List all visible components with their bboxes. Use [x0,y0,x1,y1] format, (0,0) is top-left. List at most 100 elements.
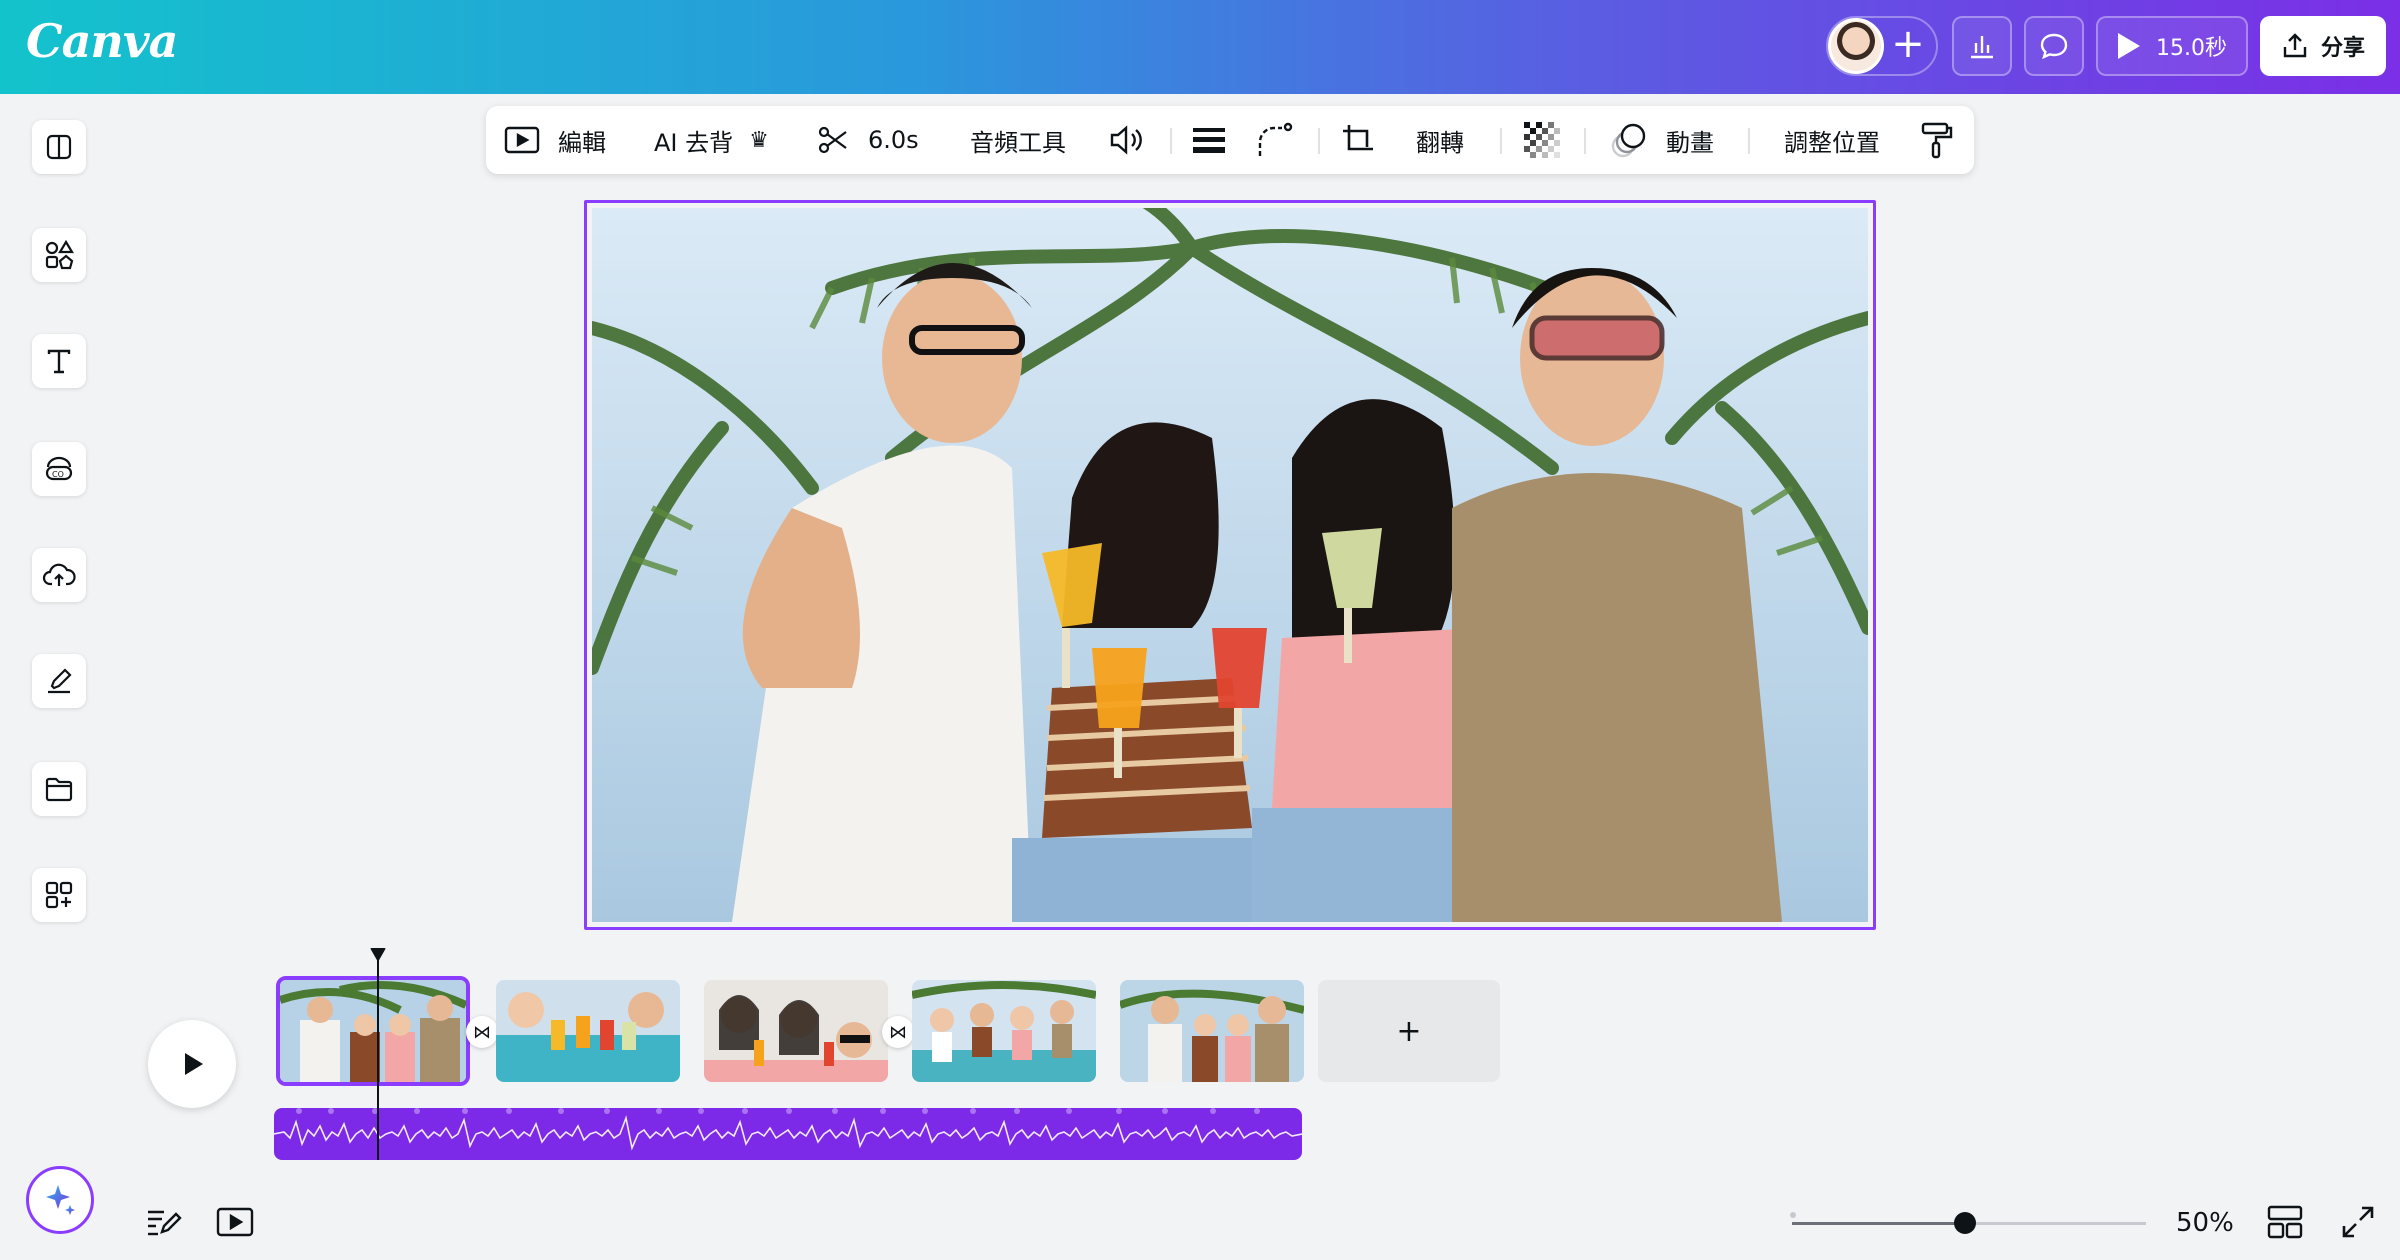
friends-toasting-photo [592,208,1868,922]
clip-thumbnail [912,980,1096,1082]
timeline-clip-4[interactable] [912,980,1096,1082]
copy-style-button[interactable] [1920,106,1954,174]
transition-button-1[interactable]: ⋈ [466,1016,498,1048]
scissors-icon [818,126,847,154]
sparkle-icon [46,1185,75,1215]
position-label: 調整位置 [1784,128,1880,157]
paint-roller-icon [1921,122,1953,159]
folder-icon [45,777,73,802]
timeline-playhead[interactable] [377,960,379,1160]
comment-icon [2040,33,2068,60]
text-icon [47,349,71,374]
svg-text:CO: CO [52,470,64,479]
clip-thumbnail [1120,980,1304,1082]
cloud-upload-icon [42,563,76,586]
audio-tools-label: 音頻工具 [970,128,1066,157]
audio-waveform [274,1108,1302,1151]
corner-radius-icon [1258,122,1293,156]
corner-rounding-button[interactable] [1256,106,1294,174]
grid-view-button[interactable] [2266,1204,2304,1244]
transition-icon: ⋈ [473,1021,491,1043]
sidebar-item-draw[interactable] [32,654,86,708]
play-icon [185,1053,203,1075]
video-frame-icon [216,1207,254,1237]
magic-assistant-button[interactable] [26,1166,94,1234]
timeline-play-button[interactable] [148,1020,236,1108]
clip-thumbnail [704,980,888,1082]
top-header: Canva + 15.0秒 分享 [0,0,2400,94]
sidebar-item-brand[interactable]: CO [32,442,86,496]
flip-button[interactable]: 翻轉 [1416,106,1464,174]
playhead-handle[interactable] [370,948,386,962]
brand-kit-icon: CO [45,456,73,481]
sidebar-item-elements[interactable] [32,228,86,282]
trim-button[interactable]: 6.0s [816,106,919,174]
crop-button[interactable] [1340,106,1376,174]
zoom-slider-handle[interactable] [1954,1212,1976,1234]
share-label: 分享 [2320,36,2365,61]
upload-share-icon [2283,33,2307,58]
transparency-checker-icon [1524,122,1560,158]
ai-background-remover-button[interactable]: AI 去背 ♛ [654,106,769,174]
border-style-button[interactable] [1192,106,1226,174]
comments-button[interactable] [2024,16,2084,76]
audio-tools-button[interactable]: 音頻工具 [970,106,1066,174]
timeline-clip-5[interactable] [1120,980,1304,1082]
layout-icon [46,134,72,160]
add-collaborator-button[interactable]: + [1884,22,1932,70]
grid-view-icon [2267,1205,2303,1239]
share-button[interactable]: 分享 [2260,16,2386,76]
ai-bg-label: AI 去背 [654,128,734,157]
expand-icon [2342,1206,2374,1238]
shapes-icon [45,239,74,270]
flip-label: 翻轉 [1416,128,1464,157]
sidebar-item-apps[interactable] [32,868,86,922]
main-video-frame[interactable] [592,208,1868,922]
context-toolbar: 編輯 AI 去背 ♛ 6.0s 音頻工具 翻轉 動畫 調整位置 [486,106,1974,174]
sidebar-item-projects[interactable] [32,762,86,816]
transparency-button[interactable] [1524,106,1560,174]
timeline-clip-3[interactable] [704,980,888,1082]
clip-duration: 6.0s [868,126,919,154]
clip-thumbnail [280,980,466,1082]
sidebar-item-design[interactable] [32,120,86,174]
animate-button[interactable]: 動畫 [1610,106,1714,174]
video-play-icon [504,126,540,154]
crop-icon [1343,125,1373,151]
zoom-min-dot [1790,1212,1796,1218]
video-duration: 15.0秒 [2156,36,2227,61]
line-weight-icon [1193,128,1225,153]
transition-icon: ⋈ [889,1021,907,1043]
sidebar-item-text[interactable] [32,334,86,388]
timer-video-button[interactable] [216,1206,254,1242]
edit-video-button[interactable]: 編輯 [504,106,606,174]
crown-icon: ♛ [749,127,769,153]
present-play-button[interactable]: 15.0秒 [2096,16,2248,76]
position-button[interactable]: 調整位置 [1784,106,1880,174]
notes-pencil-icon [148,1210,182,1236]
audio-track[interactable] [274,1108,1302,1160]
clip-thumbnail [496,980,680,1082]
edit-label: 編輯 [558,128,606,157]
fullscreen-button[interactable] [2340,1204,2376,1244]
timeline-clip-1[interactable] [276,976,470,1086]
transition-button-2[interactable]: ⋈ [882,1016,914,1048]
bar-chart-icon [1971,36,1993,59]
volume-icon [1110,125,1142,155]
animate-label: 動畫 [1666,128,1714,157]
apps-grid-icon [45,881,73,909]
notes-button[interactable] [146,1206,182,1242]
canva-logo[interactable]: Canva [26,14,178,68]
user-avatar[interactable] [1828,18,1884,74]
zoom-level[interactable]: 50% [2176,1208,2234,1238]
add-page-button[interactable]: + [1318,980,1500,1082]
insights-button[interactable] [1952,16,2012,76]
volume-button[interactable] [1108,106,1146,174]
play-icon [2118,33,2140,59]
timeline-clip-2[interactable] [496,980,680,1082]
zoom-slider-fill [1792,1222,1964,1225]
sidebar-item-uploads[interactable] [32,548,86,602]
plus-label: + [1396,1013,1422,1049]
draw-pen-icon [48,668,72,694]
animate-circles-icon [1611,123,1646,158]
